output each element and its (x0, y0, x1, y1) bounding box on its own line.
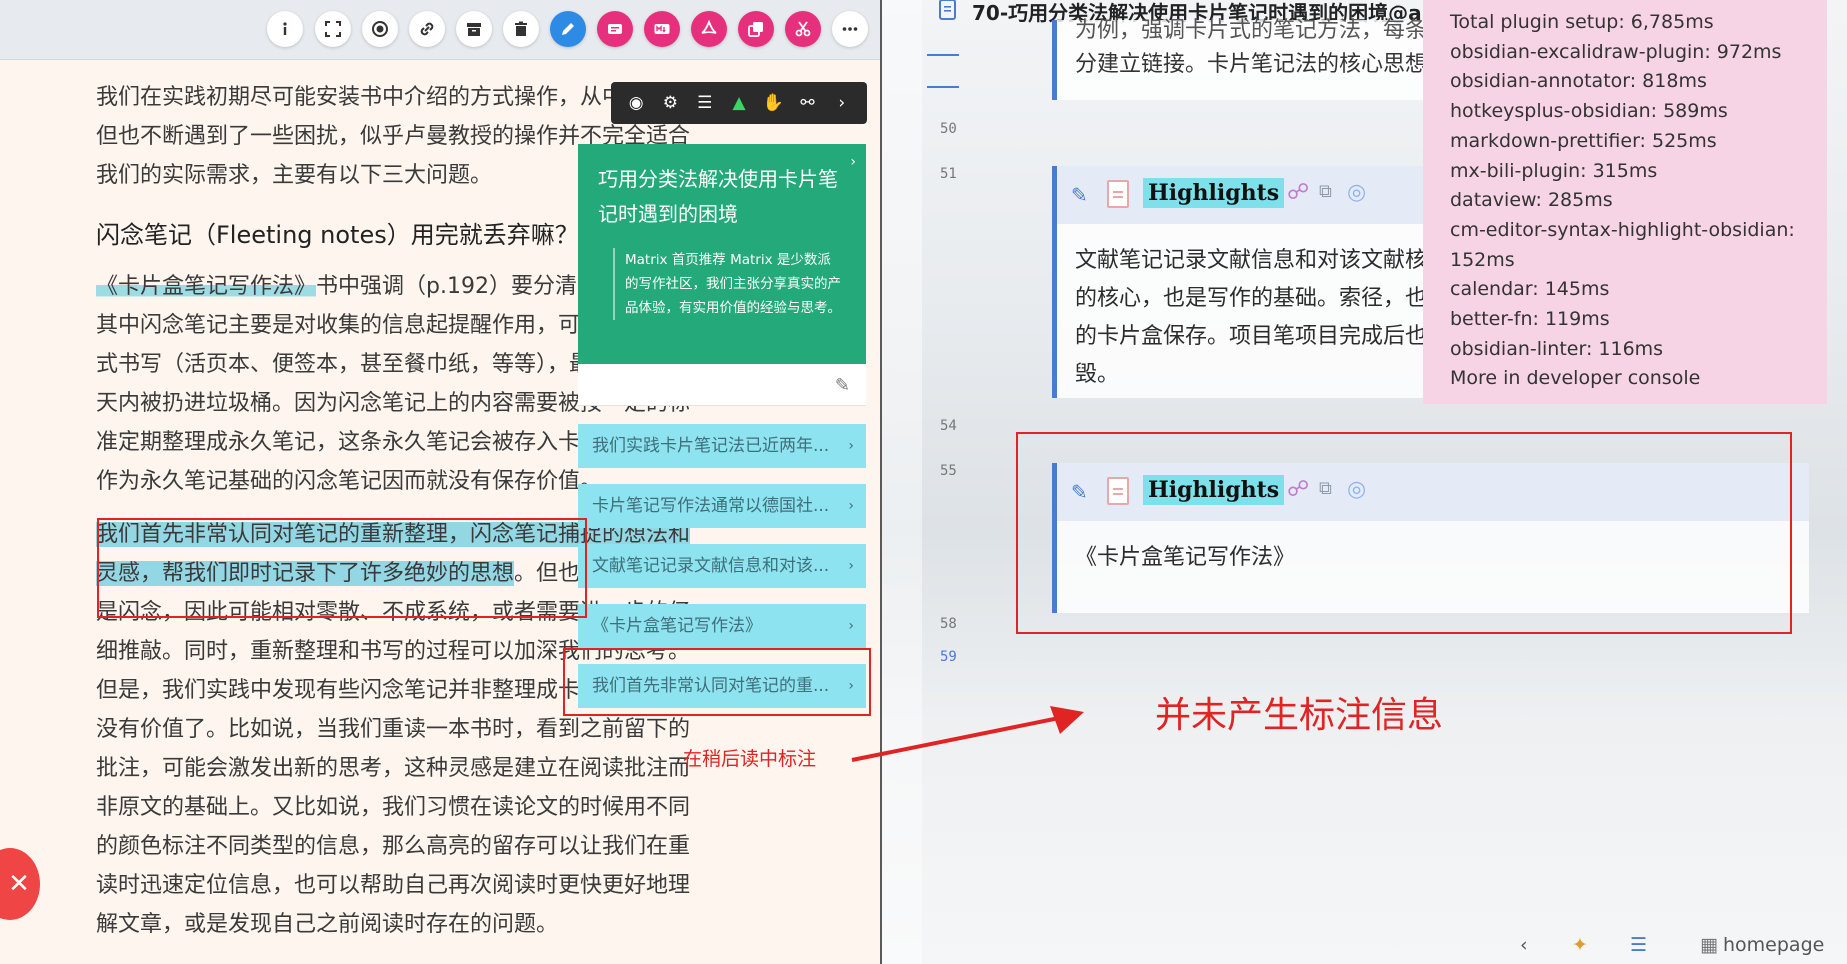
link-icon[interactable]: ☍ (1287, 180, 1309, 205)
archive-icon[interactable] (456, 11, 492, 47)
table-icon: ▦ (1700, 934, 1718, 956)
comment-icon[interactable] (597, 11, 633, 47)
annotation-item[interactable]: 我们实践卡片笔记法已近两年... › (578, 424, 866, 468)
plugin-line: better-fn: 119ms (1450, 308, 1610, 331)
pdf-icon[interactable] (691, 11, 727, 47)
red-annotation-label: 并未产生标注信息 (1155, 695, 1444, 736)
bulb-icon[interactable]: ▲ (727, 91, 751, 115)
plugin-line: obsidian-annotator: 818ms (1450, 70, 1707, 93)
red-annotation-box (563, 648, 871, 716)
close-fab[interactable]: ✕ (0, 848, 40, 920)
annotation-item[interactable]: 文献笔记记录文献信息和对该... › (578, 544, 866, 588)
red-note: 在稍后读中标注 (683, 748, 817, 770)
callout-title: Highlights (1143, 178, 1285, 208)
close-icon: ✕ (8, 869, 30, 899)
homepage-label[interactable]: homepage (1723, 934, 1824, 956)
red-callout-box (1016, 432, 1792, 634)
line-number-active: 59 (940, 649, 957, 665)
red-highlight-box (97, 518, 587, 618)
line-number: 54 (940, 418, 957, 434)
outline-indicator (927, 86, 959, 88)
copy-icon[interactable] (738, 11, 774, 47)
highlighted-text[interactable]: 《卡片盒笔记写作法》 (96, 274, 317, 299)
article-card-quote: Matrix 首页推荐 Matrix 是少数派的写作社区，我们主张分享真实的产品… (613, 248, 843, 320)
editor-gutter (882, 0, 922, 964)
line-number: 55 (940, 463, 957, 479)
list-icon[interactable]: ☰ (1630, 934, 1647, 956)
reader-pane: 我们在实践初期尽可能安装书中介绍的方式操作，从中受益，但也不断遇到了一些困扰，似… (0, 0, 880, 964)
status-bar: ‹ ✦ ☰ ▦ homepage (1520, 930, 1847, 964)
pencil-icon[interactable]: ✎ (1071, 183, 1088, 207)
plugin-line: mx-bili-plugin: 315ms (1450, 159, 1658, 182)
plugin-line: markdown-prettifier: 525ms (1450, 129, 1717, 152)
chevron-right-icon[interactable]: › (850, 154, 856, 170)
external-link-icon[interactable]: ⧉ (1319, 181, 1332, 202)
plugin-timing-panel: Total plugin setup: 6,785ms obsidian-exc… (1423, 0, 1827, 404)
red-arrow (851, 706, 1084, 762)
gear-icon[interactable]: ⚙ (658, 91, 682, 115)
lock-icon[interactable]: ⚯ (796, 91, 820, 115)
annotation-item[interactable]: 《卡片盒笔记写作法》 › (578, 604, 866, 648)
plugin-line: cm-editor-syntax-highlight-obsidian: 152… (1450, 218, 1795, 271)
eye-icon[interactable]: ◉ (624, 91, 648, 115)
plugin-line: hotkeysplus-obsidian: 589ms (1450, 100, 1728, 123)
trash-icon[interactable] (503, 11, 539, 47)
article-card-footer: ✎ (578, 364, 866, 406)
hand-icon[interactable]: ✋ (761, 91, 785, 115)
document-icon (1107, 180, 1129, 208)
link-icon[interactable] (409, 11, 445, 47)
pen-icon[interactable] (550, 11, 586, 47)
plugin-line: More in developer console (1450, 367, 1701, 390)
pin-icon[interactable]: ✦ (1572, 934, 1588, 956)
chevron-right-icon: › (848, 558, 854, 574)
scissors-icon[interactable] (785, 11, 821, 47)
markdown-icon[interactable] (644, 11, 680, 47)
more-icon[interactable] (832, 11, 868, 47)
line-number: 51 (940, 166, 957, 182)
reader-float-toolbar: ◉ ⚙ ☰ ▲ ✋ ⚯ › (611, 82, 867, 124)
globe-icon[interactable]: ◎ (1347, 180, 1366, 205)
plugin-line: obsidian-excalidraw-plugin: 972ms (1450, 40, 1782, 63)
record-icon[interactable] (362, 11, 398, 47)
plugin-line: calendar: 145ms (1450, 278, 1610, 301)
plugin-line: obsidian-linter: 116ms (1450, 337, 1664, 360)
reader-toolbar (0, 0, 880, 60)
annotation-item[interactable]: 卡片笔记写作法通常以德国社... › (578, 484, 866, 528)
chevron-right-icon: › (848, 498, 854, 514)
line-number: 58 (940, 616, 957, 632)
plugin-line: Total plugin setup: 6,785ms (1450, 11, 1714, 33)
chevron-right-icon: › (848, 438, 854, 454)
chevron-left-icon[interactable]: ‹ (1520, 934, 1528, 956)
file-icon (939, 0, 956, 20)
plugin-line: dataview: 285ms (1450, 189, 1613, 212)
outline-indicator (927, 54, 959, 56)
pencil-icon[interactable]: ✎ (835, 375, 850, 396)
info-icon[interactable] (267, 11, 303, 47)
chevron-right-icon[interactable]: › (830, 91, 854, 115)
fullscreen-icon[interactable] (315, 11, 351, 47)
chevron-right-icon: › (848, 618, 854, 634)
line-number: 50 (940, 121, 957, 137)
article-card[interactable]: › 巧用分类法解决使用卡片笔记时遇到的困境 Matrix 首页推荐 Matrix… (578, 144, 866, 364)
article-card-title: 巧用分类法解决使用卡片笔记时遇到的困境 (598, 167, 838, 226)
list-icon[interactable]: ☰ (693, 91, 717, 115)
